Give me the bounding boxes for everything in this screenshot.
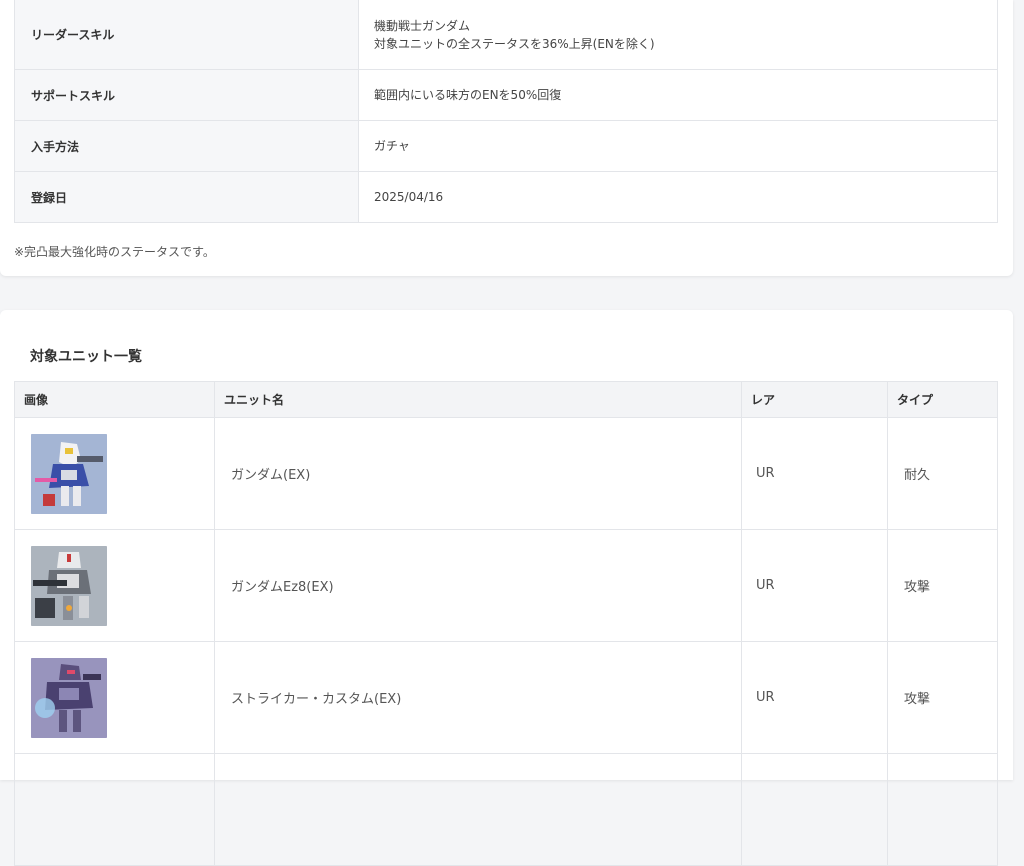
info-value: 2025/04/16: [358, 171, 998, 223]
unit-image-cell: [14, 529, 215, 642]
unit-type: 攻撃: [887, 529, 998, 642]
unit-name[interactable]: ガンダム(EX): [214, 417, 742, 530]
unit-rarity: UR: [741, 529, 888, 642]
ez8-thumbnail-icon[interactable]: [31, 545, 107, 626]
info-value: ガチャ: [358, 120, 998, 172]
info-label: リーダースキル: [14, 0, 359, 70]
unit-type: 耐久: [887, 417, 998, 530]
unit-name[interactable]: [214, 753, 742, 866]
column-header-image: 画像: [14, 381, 215, 418]
info-label: 入手方法: [14, 120, 359, 172]
target-units-card: 対象ユニット一覧 画像 ユニット名 レア タイプ ガンダム(EX) UR 耐久 …: [0, 310, 1013, 866]
unit-type: [887, 753, 998, 866]
unit-list-table: 画像 ユニット名 レア タイプ ガンダム(EX) UR 耐久 ガンダムEz8(E…: [14, 381, 998, 866]
unit-name[interactable]: ガンダムEz8(EX): [214, 529, 742, 642]
info-row-support-skill: サポートスキル 範囲内にいる味方のENを50%回復: [14, 69, 998, 121]
leader-skill-name: 機動戦士ガンダム: [374, 18, 471, 33]
unit-image-cell: [14, 641, 215, 754]
table-row[interactable]: [14, 753, 998, 866]
info-row-leader-skill: リーダースキル 機動戦士ガンダム 対象ユニットの全ステータスを36%上昇(ENを…: [14, 0, 998, 70]
striker-thumbnail-icon[interactable]: [31, 657, 107, 738]
info-value: 機動戦士ガンダム 対象ユニットの全ステータスを36%上昇(ENを除く): [359, 0, 998, 70]
column-header-name: ユニット名: [214, 381, 742, 418]
leader-skill-description: 対象ユニットの全ステータスを36%上昇(ENを除く): [374, 36, 655, 51]
info-value: 範囲内にいる味方のENを50%回復: [358, 69, 998, 121]
column-header-type: タイプ: [887, 381, 998, 418]
skill-info-table: リーダースキル 機動戦士ガンダム 対象ユニットの全ステータスを36%上昇(ENを…: [14, 0, 998, 223]
section-title: 対象ユニット一覧: [30, 349, 142, 365]
unit-image-cell: [14, 417, 215, 530]
table-row[interactable]: ガンダムEz8(EX) UR 攻撃: [14, 529, 998, 642]
table-row[interactable]: ガンダム(EX) UR 耐久: [14, 417, 998, 530]
unit-table-header: 画像 ユニット名 レア タイプ: [14, 381, 998, 418]
unit-info-card: リーダースキル 機動戦士ガンダム 対象ユニットの全ステータスを36%上昇(ENを…: [0, 0, 1013, 276]
unit-rarity: [741, 753, 888, 866]
unit-type: 攻撃: [887, 641, 998, 754]
unit-rarity: UR: [741, 417, 888, 530]
info-row-acquisition: 入手方法 ガチャ: [14, 120, 998, 172]
table-row[interactable]: ストライカー・カスタム(EX) UR 攻撃: [14, 641, 998, 754]
status-note: ※完凸最大強化時のステータスです。: [14, 245, 215, 259]
unit-name[interactable]: ストライカー・カスタム(EX): [214, 641, 742, 754]
unit-image-cell: [14, 753, 215, 866]
info-label: 登録日: [14, 171, 359, 223]
gundam-thumbnail-icon[interactable]: [31, 433, 107, 514]
info-label: サポートスキル: [14, 69, 359, 121]
column-header-rarity: レア: [741, 381, 888, 418]
unit-rarity: UR: [741, 641, 888, 754]
info-row-registered-date: 登録日 2025/04/16: [14, 171, 998, 223]
